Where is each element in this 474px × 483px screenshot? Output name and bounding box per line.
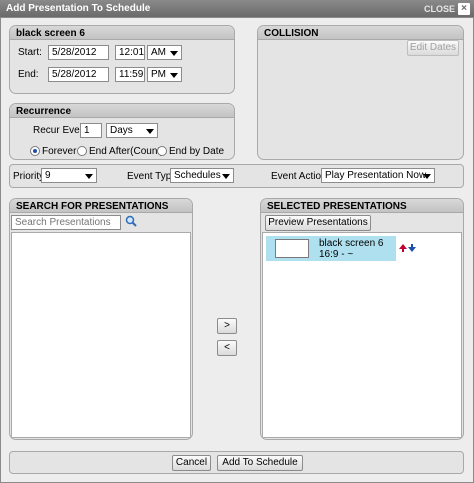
chevron-down-icon [170, 51, 178, 56]
list-item[interactable]: black screen 6 16:9 - ~ [266, 236, 396, 261]
arrow-up-icon[interactable] [399, 244, 407, 252]
dialog-title-bar: Add Presentation To Schedule CLOSE × [0, 0, 474, 17]
close-button[interactable]: CLOSE × [423, 2, 470, 15]
end-after-count-radio[interactable] [77, 146, 87, 156]
collision-panel: COLLISION Edit Dates [257, 25, 464, 160]
presentation-thumbnail [275, 239, 309, 258]
search-heading: SEARCH FOR PRESENTATIONS [10, 199, 192, 213]
priority-value: 9 [45, 170, 51, 181]
footer-bar: Cancel Add To Schedule [9, 451, 464, 474]
close-icon: × [458, 2, 470, 15]
chevron-down-icon [146, 129, 154, 134]
event-action-value: Play Presentation Now [325, 170, 427, 181]
selected-list: black screen 6 16:9 - ~ [262, 232, 462, 438]
collision-heading: COLLISION [258, 26, 463, 40]
end-ampm-select[interactable]: PM [147, 67, 182, 82]
close-label: CLOSE [423, 3, 455, 14]
recur-unit-value: Days [110, 125, 133, 136]
end-by-date-label: End by Date [169, 146, 225, 157]
schedule-heading: black screen 6 [10, 26, 234, 40]
event-action-select[interactable]: Play Presentation Now [321, 168, 435, 183]
end-by-date-radio[interactable] [157, 146, 167, 156]
chevron-down-icon [423, 174, 431, 179]
chevron-down-icon [222, 174, 230, 179]
recurrence-panel: Recurrence Recur Every 1 Days Forever En… [9, 103, 235, 160]
search-input[interactable] [11, 215, 121, 230]
selected-panel: SELECTED PRESENTATIONS Preview Presentat… [260, 198, 464, 440]
edit-dates-button[interactable]: Edit Dates [407, 40, 459, 56]
end-ampm-value: PM [151, 69, 166, 80]
start-ampm-select[interactable]: AM [147, 45, 182, 60]
preview-presentations-button[interactable]: Preview Presentations [265, 215, 371, 231]
end-label: End: [18, 69, 39, 80]
end-time-field[interactable]: 11:59 [115, 67, 145, 82]
schedule-panel: black screen 6 Start: 5/28/2012 12:01 AM… [9, 25, 235, 94]
search-results-list[interactable] [11, 232, 191, 438]
start-ampm-value: AM [151, 47, 166, 58]
dialog-title: Add Presentation To Schedule [6, 3, 151, 14]
chevron-down-icon [170, 73, 178, 78]
start-label: Start: [18, 47, 42, 58]
recur-unit-select[interactable]: Days [106, 123, 158, 138]
magnifier-icon[interactable] [125, 215, 137, 227]
add-to-schedule-button[interactable]: Add To Schedule [217, 455, 303, 471]
presentation-name: black screen 6 [319, 238, 384, 249]
event-type-value: Schedules [174, 170, 221, 181]
recur-every-field[interactable]: 1 [80, 123, 102, 138]
forever-label: Forever [42, 146, 77, 157]
add-presentation-button[interactable]: > [217, 318, 237, 334]
chevron-down-icon [85, 174, 93, 179]
arrow-down-icon[interactable] [408, 244, 416, 252]
start-time-field[interactable]: 12:01 [115, 45, 145, 60]
priority-select[interactable]: 9 [41, 168, 97, 183]
forever-radio[interactable] [30, 146, 40, 156]
cancel-button[interactable]: Cancel [172, 455, 211, 471]
options-bar: Priority: 9 Event Type: Schedules Event … [9, 164, 464, 188]
end-after-count-label: End After(Count) [89, 146, 164, 157]
presentation-aspect: 16:9 - ~ [319, 249, 354, 260]
selected-heading: SELECTED PRESENTATIONS [261, 199, 463, 213]
end-date-field[interactable]: 5/28/2012 [48, 67, 109, 82]
event-type-select[interactable]: Schedules [170, 168, 234, 183]
recurrence-heading: Recurrence [10, 104, 234, 118]
remove-presentation-button[interactable]: < [217, 340, 237, 356]
search-panel: SEARCH FOR PRESENTATIONS [9, 198, 193, 440]
start-date-field[interactable]: 5/28/2012 [48, 45, 109, 60]
